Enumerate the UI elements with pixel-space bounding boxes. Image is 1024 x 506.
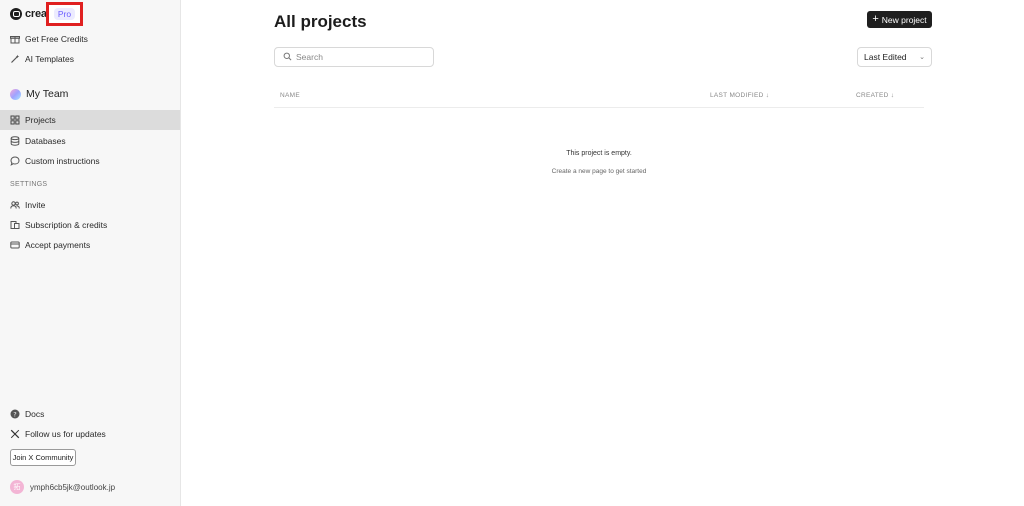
sidebar-item-label: Subscription & credits xyxy=(25,220,108,230)
sidebar-item-databases[interactable]: Databases xyxy=(0,131,180,151)
empty-state-subtitle: Create a new page to get started xyxy=(551,168,647,175)
logo-icon xyxy=(10,8,22,20)
brand-logo[interactable]: creat xyxy=(10,6,49,22)
sidebar-item-subscription[interactable]: Subscription & credits xyxy=(0,215,180,235)
sidebar-item-label: Databases xyxy=(25,136,66,146)
column-last-modified[interactable]: LAST MODIFIED ↓ xyxy=(710,92,769,99)
sidebar: creat Pro Get Free Credits AI Templates … xyxy=(0,0,181,506)
chevron-down-icon: ⌄ xyxy=(919,54,925,61)
chat-icon xyxy=(10,156,20,166)
sidebar-item-docs[interactable]: ? Docs xyxy=(0,404,180,424)
sidebar-item-label: Invite xyxy=(25,200,46,210)
sidebar-item-accept-payments[interactable]: Accept payments xyxy=(0,235,180,255)
gift-icon xyxy=(10,34,20,44)
sidebar-item-label: Get Free Credits xyxy=(25,34,88,44)
sidebar-item-label: AI Templates xyxy=(25,54,74,64)
search-input[interactable] xyxy=(296,52,426,62)
plus-icon: + xyxy=(872,13,879,25)
avatar: 拓 xyxy=(10,480,24,494)
new-project-button[interactable]: + New project xyxy=(867,11,932,28)
sidebar-item-label: Projects xyxy=(25,115,56,125)
wand-icon xyxy=(10,54,20,64)
sidebar-item-label: Docs xyxy=(25,409,45,419)
team-switcher[interactable]: My Team xyxy=(10,88,68,100)
sidebar-item-label: Custom instructions xyxy=(25,156,100,166)
sidebar-item-ai-templates[interactable]: AI Templates xyxy=(0,49,180,69)
new-project-label: New project xyxy=(881,14,927,25)
x-logo-icon xyxy=(10,429,20,439)
user-account[interactable]: 拓 ymph6cb5jk@outlook.jp xyxy=(10,480,115,494)
team-name: My Team xyxy=(26,88,69,100)
page-title: All projects xyxy=(274,12,367,31)
sort-value: Last Edited xyxy=(864,52,907,62)
users-icon xyxy=(10,200,20,210)
search-box[interactable] xyxy=(274,47,434,67)
column-created[interactable]: CREATED ↓ xyxy=(856,92,894,99)
projects-table-header: NAME LAST MODIFIED ↓ CREATED ↓ xyxy=(274,86,924,108)
sidebar-item-follow-us[interactable]: Follow us for updates xyxy=(0,424,180,444)
user-email: ymph6cb5jk@outlook.jp xyxy=(30,482,116,492)
team-avatar xyxy=(10,88,21,100)
column-name[interactable]: NAME xyxy=(280,92,300,99)
help-icon: ? xyxy=(10,409,20,419)
sidebar-item-invite[interactable]: Invite xyxy=(0,195,180,215)
card-icon xyxy=(10,240,20,250)
grid-icon xyxy=(10,115,20,125)
sidebar-item-label: Follow us for updates xyxy=(25,429,106,439)
sidebar-item-projects[interactable]: Projects xyxy=(0,110,180,130)
sidebar-item-custom-instructions[interactable]: Custom instructions xyxy=(0,151,180,171)
coins-icon xyxy=(10,220,20,230)
sidebar-item-get-free-credits[interactable]: Get Free Credits xyxy=(0,29,180,49)
svg-text:?: ? xyxy=(13,410,16,418)
main-content: All projects + New project Last Edited ⌄… xyxy=(182,0,1024,506)
pro-badge: Pro xyxy=(53,8,76,20)
database-icon xyxy=(10,136,20,146)
pro-badge-highlight[interactable]: Pro xyxy=(46,2,83,26)
join-x-community-button[interactable]: Join X Community xyxy=(10,449,76,466)
empty-state-title: This project is empty. xyxy=(566,150,632,157)
search-icon xyxy=(283,48,292,66)
sort-dropdown[interactable]: Last Edited ⌄ xyxy=(857,47,932,67)
sidebar-item-label: Accept payments xyxy=(25,240,91,250)
settings-section-label: SETTINGS xyxy=(10,181,48,188)
